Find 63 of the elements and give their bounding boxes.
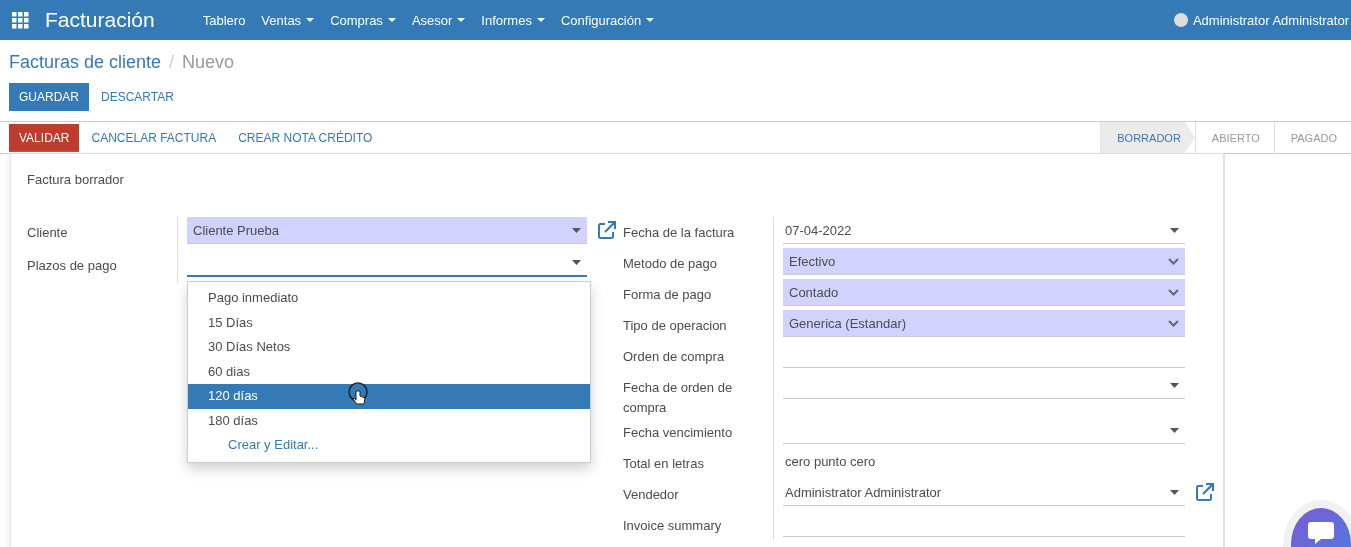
input-field[interactable]: 07-04-2022	[783, 217, 1185, 244]
status-stage[interactable]: BORRADOR	[1100, 122, 1195, 153]
field-label: Tipo de operacion	[623, 317, 728, 335]
input-field[interactable]: Generica (Estandar)	[783, 310, 1185, 337]
field-label: Fecha de orden de compra	[623, 379, 734, 417]
chevron-icon	[1168, 257, 1179, 265]
caret-icon	[536, 18, 545, 22]
caret-icon	[1170, 489, 1179, 495]
action-button[interactable]: VALIDAR	[9, 123, 80, 152]
breadcrumb-separator: /	[169, 52, 175, 73]
field-label: Cliente	[27, 224, 69, 242]
field-label: Fecha de la factura	[623, 224, 736, 242]
field-label: Invoice summary	[623, 517, 723, 535]
chat-bubble-icon	[1306, 520, 1336, 546]
caret-icon	[1170, 227, 1179, 233]
caret-icon	[387, 18, 396, 22]
field-label: Fecha vencimiento	[623, 424, 734, 442]
menu-item[interactable]: Asesor	[411, 12, 466, 28]
user-name[interactable]: Administrator Administrator	[1192, 12, 1349, 28]
action-button[interactable]: CANCELAR FACTURA	[81, 123, 227, 152]
field-label: Forma de pago	[623, 286, 713, 304]
discard-button[interactable]: DESCARTAR	[91, 83, 184, 111]
pointer-cursor-icon	[348, 382, 370, 408]
caret-icon	[306, 18, 315, 22]
external-link-icon[interactable]	[1195, 483, 1214, 502]
field-label: Vendedor	[623, 486, 680, 504]
dropdown-option[interactable]: Pago inmediato	[188, 286, 590, 311]
field-value: cero punto cero	[784, 453, 877, 471]
chevron-icon	[1168, 288, 1179, 296]
chevron-icon	[1168, 319, 1179, 327]
input-field[interactable]: Efectivo	[783, 248, 1185, 275]
dropdown-option[interactable]: 60 dias	[188, 359, 590, 384]
caret-icon	[457, 18, 466, 22]
menu-item[interactable]: Informes	[481, 12, 545, 28]
create-and-edit-link[interactable]: Crear y Editar...	[188, 433, 590, 456]
input-field[interactable]: Administrator Administrator	[783, 479, 1185, 506]
menu-item[interactable]: Compras	[330, 12, 396, 28]
menu-item[interactable]: Tablero	[202, 12, 246, 28]
caret-icon	[1170, 382, 1179, 388]
breadcrumb-current: Nuevo	[182, 52, 235, 73]
save-button[interactable]: GUARDAR	[9, 83, 89, 111]
breadcrumb-link[interactable]: Facturas de cliente	[9, 52, 162, 73]
caret-icon	[646, 18, 655, 22]
dropdown-option[interactable]: 30 Días Netos	[188, 335, 590, 360]
avatar-icon[interactable]	[1173, 13, 1188, 27]
input-field[interactable]: Contado	[783, 279, 1185, 306]
dropdown-option[interactable]: 120 días	[188, 384, 590, 409]
action-button[interactable]: CREAR NOTA CRÉDITO	[228, 123, 383, 152]
dropdown-option[interactable]: 180 días	[188, 408, 590, 433]
field-label: Plazos de pago	[27, 257, 118, 275]
app-title: Facturación	[45, 8, 155, 32]
caret-icon	[572, 260, 581, 265]
input-field[interactable]: Cliente Prueba	[187, 217, 587, 244]
menu-item[interactable]: Configuración	[560, 12, 655, 28]
caret-icon	[572, 227, 581, 233]
field-label: Total en letras	[623, 455, 705, 473]
dropdown-option[interactable]: 15 Días	[188, 310, 590, 335]
external-link-icon[interactable]	[597, 221, 616, 240]
sheet-title: Factura borrador	[27, 172, 125, 187]
field-label: Orden de compra	[623, 348, 726, 366]
menu-item[interactable]: Ventas	[261, 12, 315, 28]
field-label: Metodo de pago	[623, 255, 718, 273]
caret-icon	[1170, 427, 1179, 433]
